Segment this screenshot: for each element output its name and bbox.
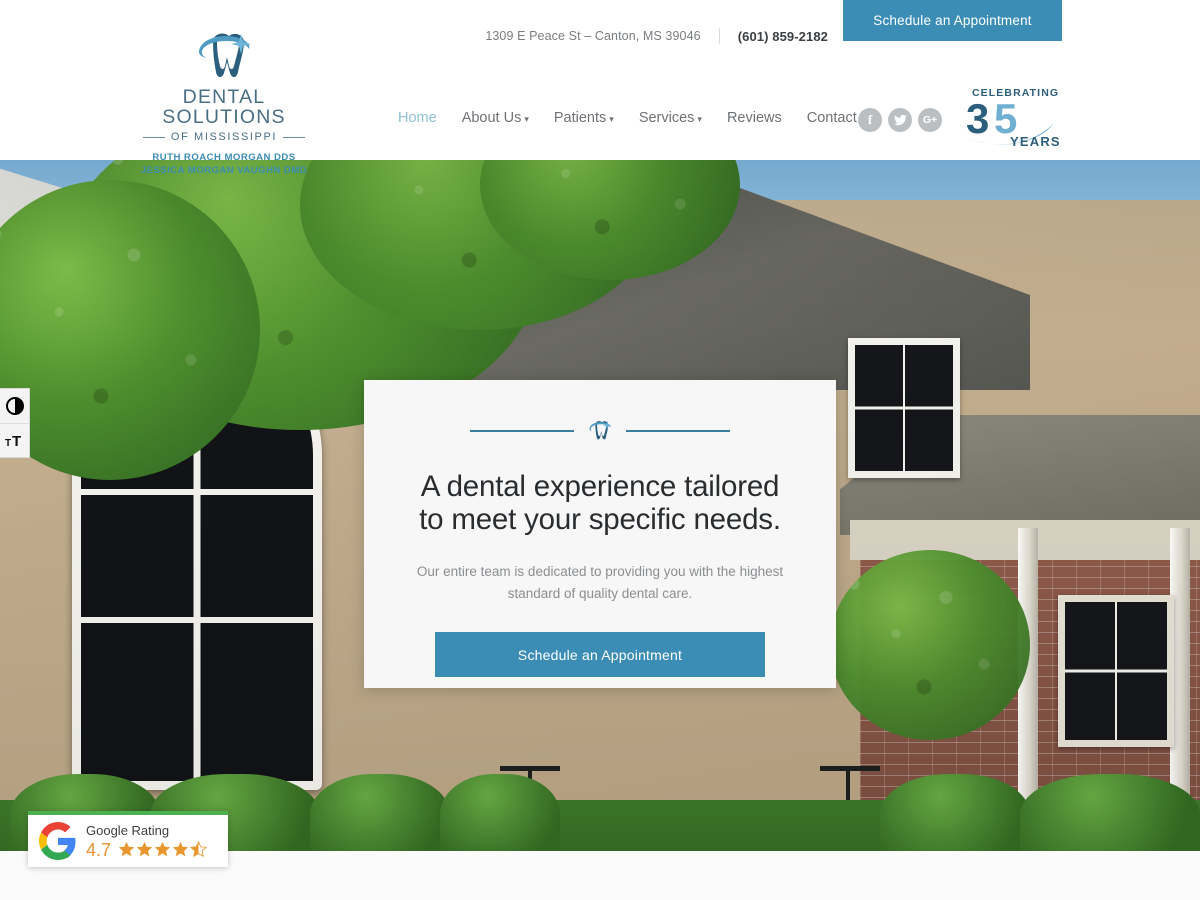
accessibility-widget: T T — [0, 388, 30, 458]
office-address: 1309 E Peace St – Canton, MS 39046 — [485, 29, 701, 43]
chevron-down-icon: ▾ — [697, 113, 702, 124]
nav-label-patients: Patients — [553, 110, 607, 126]
hero-schedule-appointment-button[interactable]: Schedule an Appointment — [435, 632, 765, 678]
header-contact-row: 1309 E Peace St – Canton, MS 39046 (601)… — [0, 26, 843, 46]
hero-section: A dental experience tailored to meet you… — [0, 160, 1200, 851]
site-logo[interactable]: DENTAL SOLUTIONS OF MISSISSIPPI RUTH ROA… — [138, 28, 310, 177]
nav-label-reviews: Reviews — [726, 110, 782, 126]
google-rating-widget[interactable]: Google Rating 4.7 — [28, 811, 228, 867]
nav-item-services[interactable]: Services ▾ — [639, 110, 702, 126]
twitter-icon[interactable] — [888, 108, 912, 132]
page-root: Schedule an Appointment 1309 E Peace St … — [0, 0, 1200, 900]
nav-label-home: Home — [398, 110, 437, 126]
logo-name: DENTAL SOLUTIONS — [162, 86, 286, 128]
star-half-icon — [190, 841, 208, 858]
anniversary-35-years-badge: CELEBRATING 3 5 YEARS — [960, 87, 1061, 149]
doctor-name-1: RUTH ROACH MORGAN DDS — [152, 152, 296, 163]
star-full-icon — [136, 841, 153, 857]
chevron-down-icon: ▾ — [524, 113, 529, 124]
social-links: f G+ — [858, 108, 942, 132]
facebook-icon[interactable]: f — [858, 108, 882, 132]
google-rating-stars — [118, 841, 208, 858]
nav-item-patients[interactable]: Patients ▾ — [554, 110, 614, 126]
star-full-icon — [172, 841, 189, 857]
divider-line-right — [626, 430, 730, 432]
hero-content-card: A dental experience tailored to meet you… — [364, 380, 836, 688]
chevron-down-icon: ▾ — [609, 113, 614, 124]
google-g-icon — [39, 822, 76, 860]
nav-label-about-us: About Us — [461, 110, 522, 126]
divider-line-left — [470, 430, 574, 432]
text-size-icon: T T — [5, 433, 21, 449]
google-rating-texts: Google Rating 4.7 — [86, 823, 208, 860]
nav-label-services: Services — [638, 110, 695, 126]
google-plus-glyph: G+ — [922, 114, 938, 126]
header-schedule-appointment-button[interactable]: Schedule an Appointment — [843, 0, 1062, 41]
tooth-orbit-icon — [589, 421, 612, 440]
google-rating-score-row: 4.7 — [86, 839, 208, 860]
google-plus-icon[interactable]: G+ — [918, 108, 942, 132]
text-size-button[interactable]: T T — [0, 424, 29, 458]
logo-rule-left — [142, 136, 165, 138]
nav-label-contact: Contact — [806, 110, 857, 126]
main-navigation: Home About Us ▾ Patients ▾ Services ▾ Re… — [398, 110, 857, 126]
office-phone[interactable]: (601) 859-2182 — [738, 29, 828, 44]
doctor-name-2: JESSICA MORGAN VAUGHN DMD — [140, 164, 308, 176]
star-full-icon — [118, 841, 135, 857]
svg-text:YEARS: YEARS — [1010, 134, 1061, 149]
doctor-names: RUTH ROACH MORGAN DDS JESSICA MORGAN VAU… — [138, 152, 310, 177]
nav-item-about-us[interactable]: About Us ▾ — [462, 110, 529, 126]
contrast-toggle-icon — [5, 397, 24, 415]
hero-cta-label: Schedule an Appointment — [517, 646, 683, 663]
star-full-icon — [154, 841, 171, 857]
contact-divider — [718, 28, 720, 44]
header-cta-label: Schedule an Appointment — [873, 13, 1032, 28]
nav-item-home[interactable]: Home — [398, 110, 437, 126]
svg-text:T: T — [5, 438, 11, 449]
logo-subtitle-row: OF MISSISSIPPI — [138, 131, 310, 143]
facebook-glyph: f — [867, 112, 873, 127]
tooth-orbit-logo-icon — [199, 33, 251, 78]
google-rating-title: Google Rating — [86, 823, 170, 839]
contrast-toggle-button[interactable] — [0, 389, 29, 423]
google-rating-score: 4.7 — [86, 839, 112, 860]
hero-heading: A dental experience tailored to meet you… — [419, 470, 781, 537]
nav-item-reviews[interactable]: Reviews — [727, 110, 782, 126]
site-header: Schedule an Appointment 1309 E Peace St … — [0, 0, 1200, 176]
logo-rule-right — [283, 136, 306, 138]
svg-text:T: T — [12, 433, 21, 449]
twitter-bird-glyph — [893, 114, 907, 125]
nav-item-contact[interactable]: Contact — [807, 110, 857, 126]
svg-text:3: 3 — [966, 95, 989, 142]
hero-paragraph: Our entire team is dedicated to providin… — [416, 563, 784, 601]
hero-divider — [408, 418, 792, 444]
logo-subtitle: OF MISSISSIPPI — [170, 131, 278, 143]
